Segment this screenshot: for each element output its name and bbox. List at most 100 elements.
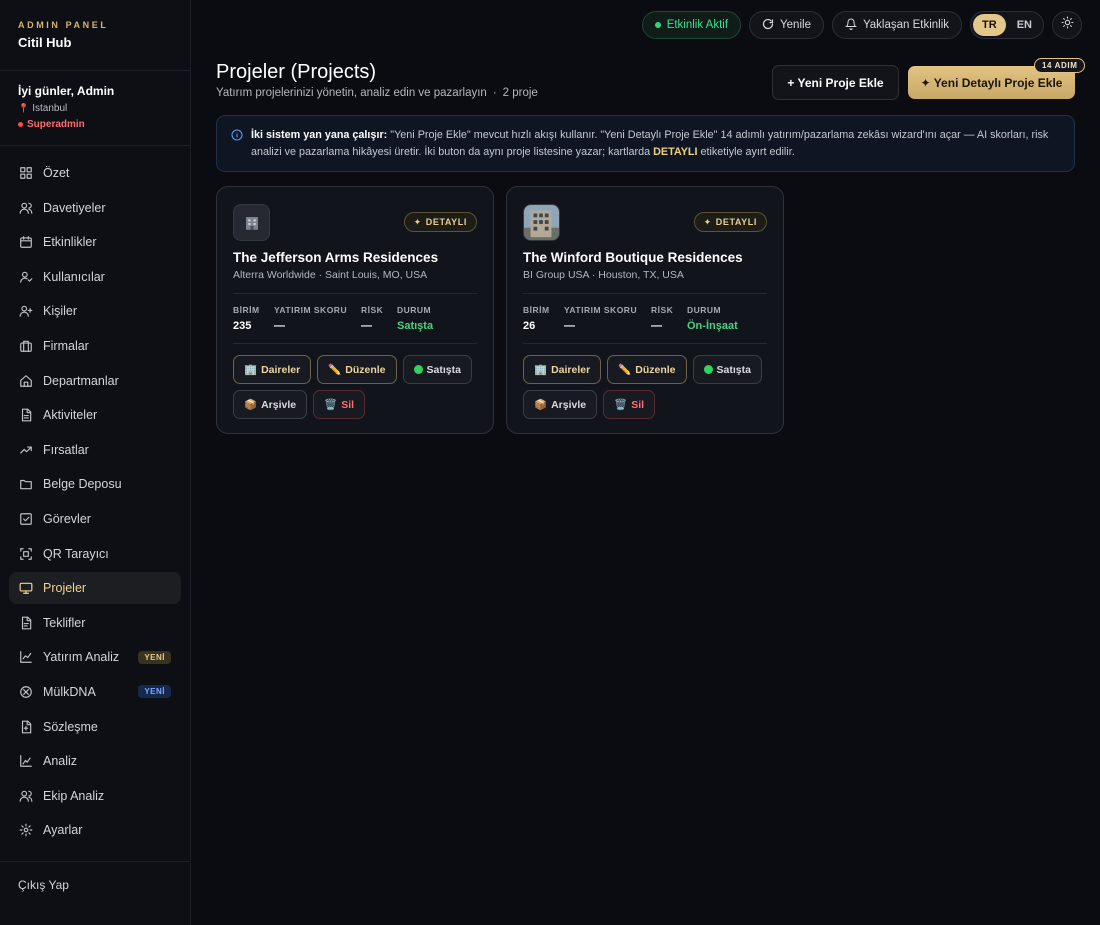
detailed-badge: ✦ DETAYLI <box>693 212 767 232</box>
delete-button[interactable]: 🗑️ Sil <box>603 390 656 419</box>
event-status-pill[interactable]: Etkinlik Aktif <box>641 11 742 39</box>
new-project-button[interactable]: + Yeni Proje Ekle <box>772 65 899 100</box>
user-location-text: Istanbul <box>32 103 68 114</box>
monitor-icon <box>19 581 33 595</box>
stat-value: — <box>651 320 662 332</box>
project-card[interactable]: ✦ DETAYLI The Winford Boutique Residences B… <box>506 186 784 434</box>
stat-score: YATIRIM SKORU — <box>564 305 651 338</box>
gear-icon <box>19 823 33 837</box>
sidebar-item-home[interactable]: Departmanlar <box>9 365 181 397</box>
new-badge: YENİ <box>138 650 171 664</box>
sale-status-label: Satışta <box>426 363 461 376</box>
detailed-badge-label: DETAYLI <box>715 217 757 227</box>
sidebar-item-chart[interactable]: Yatırım Analiz YENİ <box>9 641 181 673</box>
sidebar-item-grid[interactable]: Özet <box>9 157 181 189</box>
sidebar-item-trend[interactable]: Fırsatlar <box>9 434 181 466</box>
project-card[interactable]: ✦ DETAYLI The Jefferson Arms Residences Alt… <box>216 186 494 434</box>
project-thumbnail <box>523 204 560 241</box>
delete-button[interactable]: 🗑️ Sil <box>313 390 366 419</box>
sidebar-item-calendar[interactable]: Etkinlikler <box>9 226 181 258</box>
role-dot-icon <box>18 122 23 127</box>
archive-button[interactable]: 📦 Arşivle <box>523 390 598 419</box>
user-location: 📍 Istanbul <box>18 103 172 114</box>
edit-button[interactable]: ✏️ Düzenle <box>317 355 397 384</box>
user-panel: İyi günler, Admin 📍 Istanbul Superadmin <box>0 71 190 146</box>
sale-status-button[interactable]: Satışta <box>692 355 762 384</box>
lang-tr-button[interactable]: TR <box>973 14 1006 36</box>
stat-status: DURUM Satışta <box>397 305 433 338</box>
topbar: Etkinlik Aktif Yenile Yaklaşan Etkinlik … <box>641 11 1082 39</box>
stat-label: BİRİM <box>233 305 260 315</box>
apartments-button[interactable]: 🏢 Daireler <box>523 355 602 384</box>
pencil-icon: ✏️ <box>328 364 342 376</box>
trash-icon: 🗑️ <box>324 399 338 411</box>
sun-icon <box>1061 16 1074 34</box>
theme-toggle-button[interactable] <box>1052 11 1082 39</box>
sidebar: ADMIN PANEL Citil Hub İyi günler, Admin … <box>0 0 191 925</box>
sidebar-item-users[interactable]: Davetiyeler <box>9 192 181 224</box>
document-icon <box>19 616 33 630</box>
sale-status-label: Satışta <box>716 363 751 376</box>
divider <box>233 293 477 294</box>
user-plus-icon <box>19 304 33 318</box>
project-title: The Jefferson Arms Residences <box>233 250 439 265</box>
sidebar-item-user[interactable]: Kullanıcılar <box>9 261 181 293</box>
sale-status-button[interactable]: Satışta <box>402 355 472 384</box>
sidebar-item-label: Aktiviteler <box>43 408 98 423</box>
sidebar-item-label: QR Tarayıcı <box>43 546 109 561</box>
chart-icon <box>19 650 33 664</box>
logout-button[interactable]: Çıkış Yap <box>0 861 190 925</box>
sidebar-item-label: Departmanlar <box>43 373 119 388</box>
bell-icon <box>844 18 858 33</box>
status-value: Ön-İnşaat <box>687 320 738 332</box>
sidebar-item-folder[interactable]: Belge Deposu <box>9 468 181 500</box>
sidebar-item-document[interactable]: Teklifler <box>9 607 181 639</box>
sidebar-item-dna[interactable]: MülkDNA YENİ <box>9 676 181 708</box>
detailed-badge-label: DETAYLI <box>425 217 467 227</box>
project-actions: 🏢 Daireler ✏️ Düzenle Satışta 📦 Arşivle 🗑️ Sil <box>233 355 477 419</box>
project-actions: 🏢 Daireler ✏️ Düzenle Satışta 📦 Arşivle 🗑️ Sil <box>523 355 767 419</box>
apartments-label: Daireler <box>551 363 591 376</box>
lang-en-button[interactable]: EN <box>1008 14 1041 36</box>
divider <box>233 343 477 344</box>
trend-icon <box>19 443 33 457</box>
archive-button[interactable]: 📦 Arşivle <box>233 390 308 419</box>
sidebar-item-user-plus[interactable]: Kişiler <box>9 295 181 327</box>
new-badge: YENİ <box>138 685 171 699</box>
file-icon <box>19 408 33 422</box>
sidebar-item-monitor[interactable]: Projeler <box>9 572 181 605</box>
sidebar-item-label: Projeler <box>43 581 87 596</box>
upcoming-event-button[interactable]: Yaklaşan Etkinlik <box>831 11 963 39</box>
sidebar-item-analytics[interactable]: Analiz <box>9 745 181 777</box>
sidebar-item-label: Firmalar <box>43 338 89 353</box>
brand-name: Citil Hub <box>18 35 72 50</box>
apartments-button[interactable]: 🏢 Daireler <box>233 355 312 384</box>
sidebar-nav: Özet Davetiyeler Etkinlikler Kullanıcılar Ki… <box>0 146 190 846</box>
stat-units: BİRİM 26 <box>523 305 564 338</box>
sparkle-icon: ✦ <box>703 216 712 227</box>
project-count: 2 proje <box>502 87 538 99</box>
sidebar-item-team[interactable]: Ekip Analiz <box>9 780 181 812</box>
sidebar-item-check[interactable]: Görevler <box>9 503 181 535</box>
delete-label: Sil <box>631 398 645 411</box>
stat-value: — <box>361 320 372 332</box>
refresh-button[interactable]: Yenile <box>749 11 824 39</box>
green-circle-icon <box>413 365 423 374</box>
check-icon <box>19 512 33 526</box>
sidebar-item-label: Etkinlikler <box>43 235 97 250</box>
sidebar-item-briefcase[interactable]: Firmalar <box>9 330 181 362</box>
archive-label: Arşivle <box>551 398 587 411</box>
sidebar-item-label: Sözleşme <box>43 719 98 734</box>
brand-kicker: ADMIN PANEL <box>18 20 109 30</box>
edit-button[interactable]: ✏️ Düzenle <box>607 355 687 384</box>
sidebar-item-gear[interactable]: Ayarlar <box>9 814 181 846</box>
green-circle-icon <box>703 365 713 374</box>
page-subtitle-text: Yatırım projelerinizi yönetin, analiz ed… <box>216 87 487 99</box>
sidebar-item-contract[interactable]: Sözleşme <box>9 711 181 743</box>
sidebar-item-file[interactable]: Aktiviteler <box>9 399 181 431</box>
sidebar-item-label: Ayarlar <box>43 823 83 838</box>
sidebar-item-qr[interactable]: QR Tarayıcı <box>9 538 181 570</box>
grid-icon <box>19 166 33 180</box>
project-stats: BİRİM 235 YATIRIM SKORU — RİSK — DURUM Satışta <box>233 305 477 338</box>
stat-units: BİRİM 235 <box>233 305 274 338</box>
